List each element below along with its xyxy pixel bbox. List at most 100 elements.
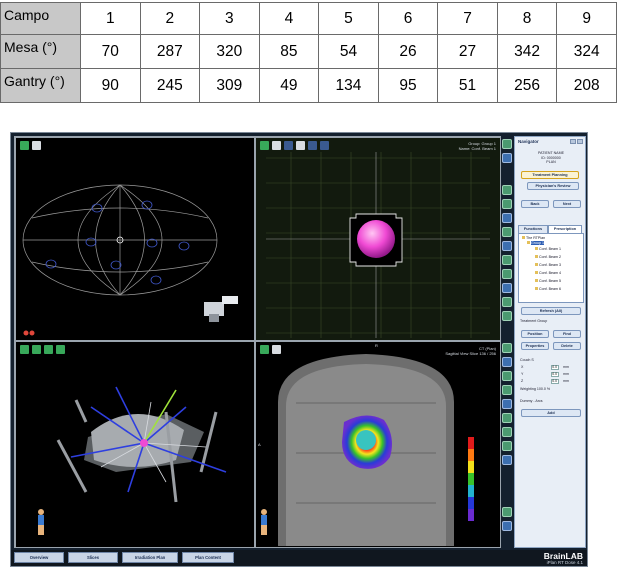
treatment-group-label: Treatment Group <box>520 319 548 323</box>
tool-icon[interactable] <box>502 139 512 149</box>
tool-icon[interactable] <box>502 153 512 163</box>
find-button[interactable]: Find <box>553 330 581 338</box>
coord-z-field[interactable]: 0.0 <box>551 379 559 384</box>
refresh-all-button[interactable]: Refresh (All) <box>521 307 581 315</box>
tab-prescription[interactable]: Prescription <box>548 225 582 233</box>
table-cell: 8 <box>496 2 558 35</box>
patient-figure-icon <box>261 509 267 535</box>
physicians-review-button[interactable]: Physician's Review <box>527 182 579 190</box>
beams-eye-view[interactable]: Group: Group 1 Name: Conf. Beam 1 <box>256 138 500 340</box>
product-version: iPlan RT Dose 4.1 <box>546 560 583 565</box>
tree-item[interactable]: Conf. Beam 3 <box>535 263 561 268</box>
tool-icon[interactable] <box>502 185 512 195</box>
table-cell: 27 <box>437 34 498 69</box>
bev-graphic <box>266 152 490 338</box>
tree-group[interactable]: Group 1 <box>527 241 544 246</box>
table-cell: 26 <box>377 34 439 69</box>
properties-button[interactable]: Properties <box>521 342 549 350</box>
table-cell: 342 <box>496 34 558 69</box>
tool-strip <box>502 137 512 545</box>
tool-icon[interactable] <box>502 521 512 531</box>
tool-icon[interactable] <box>502 371 512 381</box>
tool-icon[interactable] <box>502 413 512 423</box>
tool-icon[interactable] <box>502 343 512 353</box>
coord-label: Y <box>521 372 524 376</box>
coord-x-field[interactable]: 0.0 <box>551 365 559 370</box>
tool-icon[interactable] <box>502 227 512 237</box>
tab-slices[interactable]: Slices <box>68 552 118 563</box>
ct-graphic <box>261 354 474 546</box>
minimize-icon[interactable] <box>570 139 576 144</box>
tool-icon[interactable] <box>502 507 512 517</box>
plan-tree: The RTPlan Group 1 Conf. Beam 1 Conf. Be… <box>518 233 584 303</box>
tool-icon[interactable] <box>502 455 512 465</box>
tree-item[interactable]: Conf. Beam 1 <box>535 247 561 252</box>
table-cell: 1 <box>80 2 141 35</box>
projection-map-graphic <box>22 184 238 336</box>
coord-y-field[interactable]: 0.0 <box>551 372 559 377</box>
table-cell: 6 <box>377 2 439 35</box>
patient-figure-icon <box>38 509 44 535</box>
tool-icon[interactable] <box>502 241 512 251</box>
table-cell: 134 <box>318 68 379 103</box>
coord-label: X <box>521 365 524 369</box>
tab-plan-content[interactable]: Plan Content <box>182 552 234 563</box>
coord-unit: mm <box>563 365 569 369</box>
table-row: Campo 1 2 3 4 5 6 7 8 9 <box>0 2 617 35</box>
table-cell: 245 <box>139 68 201 103</box>
tab-overview[interactable]: Overview <box>14 552 64 563</box>
table-cell: 49 <box>258 68 320 103</box>
row-header: Gantry (°) <box>0 68 81 103</box>
tree-item[interactable]: Conf. Beam 5 <box>535 279 561 284</box>
position-button[interactable]: Position <box>521 330 549 338</box>
beam-angles-table: Campo 1 2 3 4 5 6 7 8 9 Mesa (°) 70 287 320 85 54 26 27 34… <box>0 2 617 103</box>
3d-beams-graphic <box>38 386 227 535</box>
next-button[interactable]: Next <box>553 200 581 208</box>
tool-icon[interactable] <box>502 199 512 209</box>
tool-icon[interactable] <box>502 427 512 437</box>
3d-beam-view[interactable] <box>16 342 254 547</box>
weighting-label: Weighting 100.0 % <box>520 387 551 391</box>
navigator-panel: Navigator PATIENT NAME ID: 0000000 PLAN … <box>514 136 586 548</box>
table-cell: 309 <box>199 68 260 103</box>
table-cell: 54 <box>318 34 379 69</box>
table-cell: 324 <box>556 34 617 69</box>
navigator-title: Navigator <box>518 139 539 144</box>
tool-icon[interactable] <box>502 283 512 293</box>
tree-item[interactable]: Conf. Beam 6 <box>535 287 561 292</box>
tool-icon[interactable] <box>502 441 512 451</box>
table-cell: 9 <box>556 2 617 35</box>
table-cell: 70 <box>80 34 141 69</box>
ct-dose-view[interactable]: CT (Plan) Sagittal View Slice 136 / 256 … <box>256 342 500 547</box>
table-cell: 85 <box>258 34 320 69</box>
tree-item[interactable]: Conf. Beam 4 <box>535 271 561 276</box>
tab-functions[interactable]: Functions <box>518 225 548 233</box>
table-row: Mesa (°) 70 287 320 85 54 26 27 342 324 <box>0 34 617 69</box>
treatment-planning-button[interactable]: Treatment Planning <box>521 171 579 179</box>
back-button[interactable]: Back <box>521 200 549 208</box>
dummy-arcs-label: Dummy - Arcs <box>520 399 543 403</box>
delete-button[interactable]: Delete <box>553 342 581 350</box>
tool-icon[interactable] <box>502 213 512 223</box>
tree-item[interactable]: Conf. Beam 2 <box>535 255 561 260</box>
table-cell: 5 <box>318 2 379 35</box>
row-header: Campo <box>0 2 81 35</box>
bottom-bar: Overview Slices Irradiation Plan Plan Co… <box>11 550 587 566</box>
tool-icon[interactable] <box>502 269 512 279</box>
table-cell: 3 <box>199 2 260 35</box>
patient-info: PATIENT NAME ID: 0000000 PLAN <box>538 151 564 165</box>
tab-irradiation-plan[interactable]: Irradiation Plan <box>122 552 178 563</box>
tool-icon[interactable] <box>502 399 512 409</box>
tool-icon[interactable] <box>502 297 512 307</box>
tool-icon[interactable] <box>502 385 512 395</box>
tool-icon[interactable] <box>502 311 512 321</box>
planning-software-window: Group: Group 1 Name: Conf. Beam 1 CT (Pl… <box>10 132 588 567</box>
table-cell: 2 <box>139 2 201 35</box>
tool-icon[interactable] <box>502 255 512 265</box>
beam-projection-view[interactable] <box>16 138 254 340</box>
tool-icon[interactable] <box>502 357 512 367</box>
table-cell: 7 <box>437 2 498 35</box>
close-icon[interactable] <box>577 139 583 144</box>
add-button[interactable]: Add <box>521 409 581 417</box>
table-cell: 287 <box>139 34 201 69</box>
